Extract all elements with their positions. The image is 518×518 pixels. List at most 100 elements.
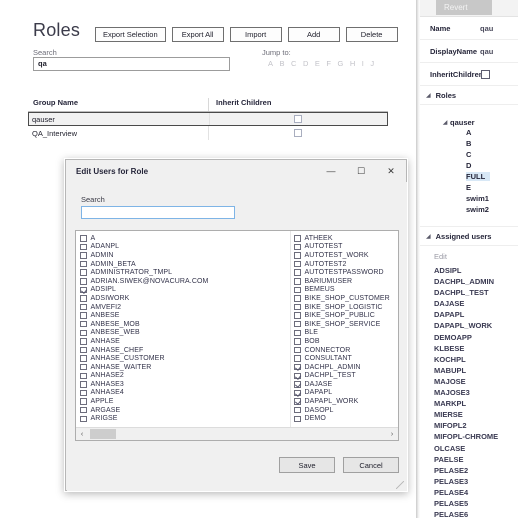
user-checkbox[interactable] xyxy=(80,243,87,251)
property-value[interactable]: qau xyxy=(480,47,493,56)
delete-button[interactable]: Delete xyxy=(345,27,398,42)
tree-item[interactable]: D xyxy=(420,161,518,172)
assigned-user-item[interactable]: PELASE3 xyxy=(434,477,518,488)
user-checkbox[interactable] xyxy=(80,372,87,380)
user-checkbox-item[interactable]: CONNECTOR xyxy=(294,346,398,355)
user-checkbox-item[interactable]: ANHASE2 xyxy=(80,372,232,381)
assigned-user-item[interactable]: KLBESE xyxy=(434,344,518,355)
user-checkbox[interactable] xyxy=(294,286,301,294)
user-checkbox-item[interactable]: ANBESE xyxy=(80,311,232,320)
user-checkbox-item[interactable]: ANBESE_MOB xyxy=(80,320,232,329)
user-checkbox[interactable] xyxy=(294,278,301,285)
assigned-user-item[interactable]: MIFOPL-CHROME xyxy=(434,432,518,443)
user-checkbox[interactable] xyxy=(80,252,87,259)
user-checkbox-item[interactable]: DAPAPL_WORK xyxy=(294,397,398,406)
dialog-titlebar[interactable]: Edit Users for Role — ☐ ✕ xyxy=(66,160,406,182)
dialog-search-input[interactable] xyxy=(81,206,235,219)
user-checkbox-item[interactable]: ADMIN_BETA xyxy=(80,260,232,269)
user-checkbox-item[interactable]: ANHASE_WAITER xyxy=(80,363,232,372)
user-checkbox-item[interactable]: AUTOTEST xyxy=(294,243,398,252)
tree-item[interactable]: B xyxy=(420,139,518,150)
jump-letter-c[interactable]: C xyxy=(291,59,296,68)
user-checkbox-item[interactable]: BIKE_SHOP_CUSTOMER xyxy=(294,294,398,303)
user-checkbox-item[interactable]: AMVEFI2 xyxy=(80,303,232,312)
user-checkbox[interactable] xyxy=(80,286,87,294)
assigned-user-item[interactable]: DEMOAPP xyxy=(434,333,518,344)
user-checkbox[interactable] xyxy=(294,235,301,242)
user-checkbox-item[interactable]: DAPAPL xyxy=(294,389,398,398)
user-checkbox-item[interactable]: ANBESE_WEB xyxy=(80,329,232,338)
search-input[interactable]: qa xyxy=(33,57,230,71)
close-icon[interactable]: ✕ xyxy=(376,161,406,182)
user-checkbox-item[interactable]: BIKE_SHOP_LOGISTIC xyxy=(294,303,398,312)
scrollbar-thumb[interactable] xyxy=(90,429,116,439)
property-checkbox[interactable] xyxy=(481,69,490,79)
tree-item[interactable]: swim1 xyxy=(420,194,518,205)
table-row[interactable]: QA_Interview xyxy=(28,126,388,140)
assigned-users-edit-link[interactable]: Edit xyxy=(420,246,518,266)
user-checkbox-item[interactable]: BIKE_SHOP_PUBLIC xyxy=(294,311,398,320)
user-checkbox-item[interactable]: ANHASE_CHEF xyxy=(80,346,232,355)
assigned-user-item[interactable]: PELASE5 xyxy=(434,499,518,510)
scroll-left-arrow-icon[interactable]: ‹ xyxy=(76,428,88,440)
user-checkbox-item[interactable]: ANHASE xyxy=(80,337,232,346)
user-checkbox[interactable] xyxy=(80,398,87,405)
user-checkbox[interactable] xyxy=(294,406,301,414)
user-checkbox-item[interactable]: ADMINISTRATOR_TMPL xyxy=(80,268,232,277)
user-checkbox-item[interactable]: AUTOTEST_WORK xyxy=(294,251,398,260)
user-checkbox-item[interactable]: AUTOTEST2 xyxy=(294,260,398,269)
user-checkbox[interactable] xyxy=(294,260,301,268)
user-checkbox[interactable] xyxy=(80,381,87,388)
user-checkbox-item[interactable]: BIKE_SHOP_SERVICE xyxy=(294,320,398,329)
user-checkbox-item[interactable]: DAJASE xyxy=(294,380,398,389)
user-checkbox-item[interactable]: BLE xyxy=(294,329,398,338)
user-checkbox[interactable] xyxy=(294,398,301,405)
horizontal-scrollbar[interactable]: ‹ › xyxy=(76,427,398,440)
user-checkbox-item[interactable]: ADRIAN.SIWEK@NOVACURA.COM xyxy=(80,277,232,286)
tree-item[interactable]: C xyxy=(420,150,518,161)
user-checkbox[interactable] xyxy=(294,346,301,354)
user-checkbox-item[interactable]: ADSIPL xyxy=(80,286,232,295)
minimize-icon[interactable]: — xyxy=(316,161,346,182)
save-button[interactable]: Save xyxy=(279,457,335,473)
user-checkbox[interactable] xyxy=(80,260,87,268)
cell-inherit-children[interactable] xyxy=(209,113,385,125)
user-checkbox-item[interactable]: APPLE xyxy=(80,397,232,406)
user-checkbox-item[interactable]: DEMO xyxy=(294,414,398,423)
user-checkbox-item[interactable]: AUTOTESTPASSWORD xyxy=(294,268,398,277)
resize-grip[interactable] xyxy=(396,481,404,489)
user-checkbox[interactable] xyxy=(294,363,301,371)
user-checkbox[interactable] xyxy=(80,269,87,276)
export-all-button[interactable]: Export All xyxy=(171,27,224,42)
inherit-children-checkbox[interactable] xyxy=(293,115,302,123)
user-checkbox-item[interactable]: DACHPL_TEST xyxy=(294,372,398,381)
inherit-children-checkbox[interactable] xyxy=(293,129,302,137)
user-checkbox[interactable] xyxy=(294,312,301,319)
user-checkbox-item[interactable]: DACHPL_ADMIN xyxy=(294,363,398,372)
jump-letter-i[interactable]: I xyxy=(362,59,364,68)
user-checkbox-item[interactable]: A xyxy=(80,234,232,243)
user-checkbox[interactable] xyxy=(80,389,87,397)
assigned-user-item[interactable]: DAPAPL xyxy=(434,310,518,321)
user-checkbox-item[interactable]: CONSULTANT xyxy=(294,354,398,363)
assigned-user-item[interactable]: MIERSE xyxy=(434,410,518,421)
user-checkbox-item[interactable]: ANHASE_CUSTOMER xyxy=(80,354,232,363)
user-checkbox[interactable] xyxy=(80,312,87,319)
user-checkbox[interactable] xyxy=(294,389,301,397)
user-checkbox[interactable] xyxy=(294,338,301,345)
user-checkbox[interactable] xyxy=(294,381,301,388)
assigned-user-item[interactable]: MABUPL xyxy=(434,366,518,377)
user-checkbox-item[interactable]: BARIUMUSER xyxy=(294,277,398,286)
user-checkbox[interactable] xyxy=(80,355,87,362)
user-checkbox[interactable] xyxy=(80,329,87,337)
assigned-user-item[interactable]: ADSIPL xyxy=(434,266,518,277)
user-checkbox[interactable] xyxy=(80,415,87,423)
cell-inherit-children[interactable] xyxy=(208,126,386,140)
assigned-user-item[interactable]: DAJASE xyxy=(434,299,518,310)
user-checkbox[interactable] xyxy=(80,235,87,242)
assigned-user-item[interactable]: DAPAPL_WORK xyxy=(434,321,518,332)
user-checkbox[interactable] xyxy=(294,269,301,276)
user-checkbox[interactable] xyxy=(80,278,87,285)
assigned-user-item[interactable]: DACHPL_ADMIN xyxy=(434,277,518,288)
user-checkbox[interactable] xyxy=(294,355,301,362)
